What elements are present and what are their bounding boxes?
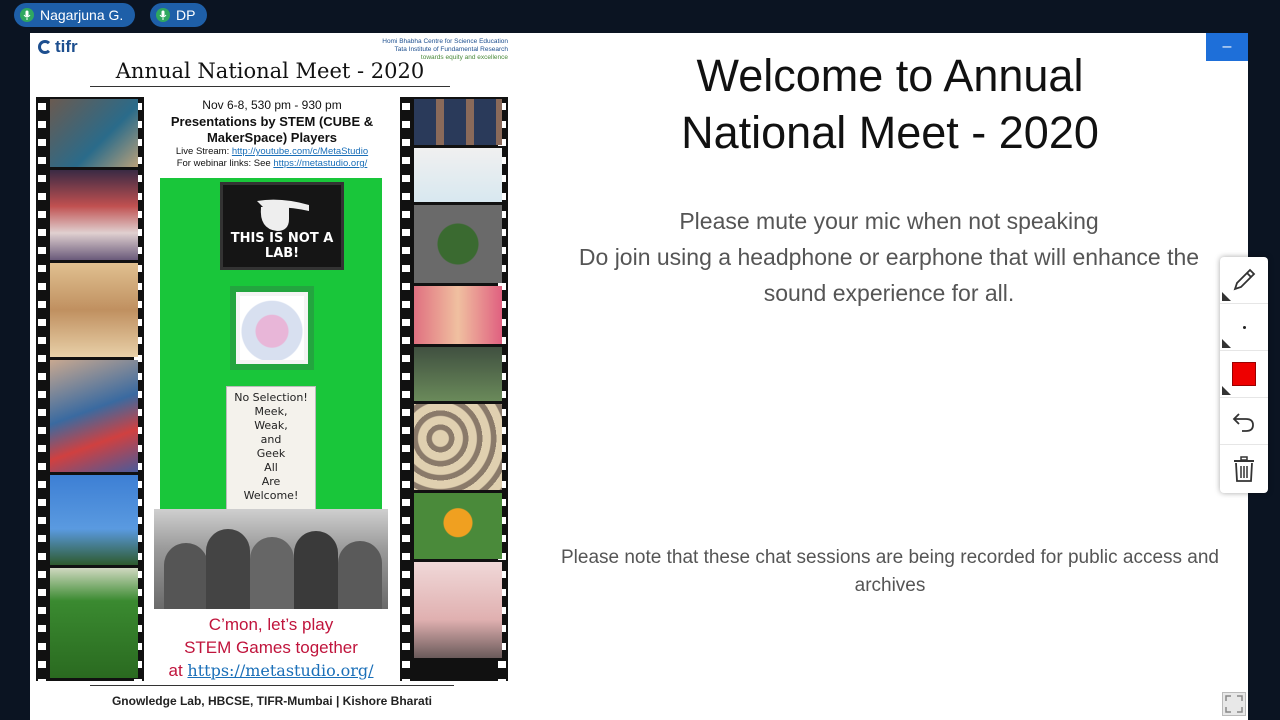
film-photo xyxy=(50,263,138,357)
trash-icon xyxy=(1234,455,1254,482)
film-photo xyxy=(50,360,138,472)
notice-line: Please note that these chat sessions are… xyxy=(560,547,1219,568)
note-line: No Selection! xyxy=(234,391,308,404)
cta-line: C’mon, let’s play xyxy=(208,615,334,634)
delete-button[interactable] xyxy=(1220,445,1268,492)
live-stream-line: Live Stream: http://youtube.com/c/MetaSt… xyxy=(158,146,386,158)
pencil-icon xyxy=(1233,268,1256,291)
participant-name: DP xyxy=(176,7,196,23)
undo-icon xyxy=(1232,413,1254,432)
submenu-indicator-icon xyxy=(1222,386,1231,395)
door-window xyxy=(230,286,314,370)
tifr-logo: tifr xyxy=(38,37,78,57)
submenu-indicator-icon xyxy=(1222,292,1231,301)
meeting-instructions: Please mute your mic when not speaking D… xyxy=(530,203,1248,311)
note-line: Geek xyxy=(256,447,286,460)
film-photo xyxy=(414,99,502,145)
undo-button[interactable] xyxy=(1220,398,1268,445)
film-sprockets xyxy=(38,97,46,681)
film-photo xyxy=(414,286,502,344)
note-line: Welcome! xyxy=(243,489,299,502)
welcome-note: No Selection! Meek, Weak, and Geek All A… xyxy=(226,386,316,510)
film-photo xyxy=(414,562,502,658)
film-photo xyxy=(414,205,502,283)
right-filmstrip xyxy=(400,97,508,681)
color-swatch-icon xyxy=(1232,362,1256,386)
poster-details: Nov 6-8, 530 pm - 930 pm Presentations b… xyxy=(158,97,386,170)
film-photo xyxy=(414,404,502,490)
annotation-toolbar xyxy=(1220,257,1268,493)
color-picker-button[interactable] xyxy=(1220,351,1268,398)
instruction-line: Please mute your mic when not speaking xyxy=(679,208,1099,234)
pen-size-dot-icon xyxy=(1242,325,1246,329)
participant-name: Nagarjuna G. xyxy=(40,7,124,23)
film-photo xyxy=(50,170,138,260)
film-photo xyxy=(414,347,502,401)
film-photo xyxy=(50,475,138,565)
participant-chip[interactable]: DP xyxy=(150,3,208,27)
cta-line: STEM Games together xyxy=(184,638,358,657)
welcome-line: Welcome to Annual xyxy=(696,50,1084,101)
not-a-lab-sign: THIS IS NOT A LAB! xyxy=(220,182,344,270)
event-dates: Nov 6-8, 530 pm - 930 pm xyxy=(202,98,342,112)
pencil-tool-button[interactable] xyxy=(1220,257,1268,304)
film-photo xyxy=(414,493,502,559)
children-photo xyxy=(154,509,388,609)
instruction-line: sound experience for all. xyxy=(763,280,1015,306)
film-photo xyxy=(50,99,138,167)
recording-notice: Please note that these chat sessions are… xyxy=(530,544,1248,600)
film-photo xyxy=(414,148,502,202)
live-stream-link[interactable]: http://youtube.com/c/MetaStudio xyxy=(232,146,368,157)
participant-chip[interactable]: Nagarjuna G. xyxy=(14,3,136,27)
note-line: Meek, xyxy=(254,405,288,418)
institution-line: Homi Bhabha Centre for Science Education xyxy=(382,38,508,45)
webinar-link[interactable]: https://metastudio.org/ xyxy=(273,158,367,169)
film-sprockets xyxy=(402,97,410,681)
cta-at: at xyxy=(168,661,183,680)
welcome-line: National Meet - 2020 xyxy=(681,107,1099,158)
poster-title: Annual National Meet - 2020 xyxy=(90,59,450,87)
metastudio-link[interactable]: https://metastudio.org/ xyxy=(187,661,373,680)
tifr-logo-icon xyxy=(38,40,52,54)
left-filmstrip xyxy=(36,97,144,681)
note-line: Weak, xyxy=(254,419,288,432)
fullscreen-button[interactable] xyxy=(1222,692,1246,716)
minimize-button[interactable]: – xyxy=(1206,33,1248,61)
presentations-heading: Presentations by STEM (CUBE & MakerSpace… xyxy=(170,114,374,145)
film-photo xyxy=(50,568,138,678)
cta-link-line: at https://metastudio.org/ xyxy=(154,659,388,682)
poster-footer: Gnowledge Lab, HBCSE, TIFR-Mumbai | Kish… xyxy=(90,685,454,708)
welcome-heading: Welcome to Annual National Meet - 2020 xyxy=(590,47,1190,161)
pen-size-button[interactable] xyxy=(1220,304,1268,351)
shared-slide: – tifr Homi Bhabha Centre for Science Ed… xyxy=(30,33,1248,720)
microphone-icon xyxy=(20,8,34,22)
pipe-icon xyxy=(257,199,309,231)
note-line: and xyxy=(260,433,282,446)
event-poster: tifr Homi Bhabha Centre for Science Educ… xyxy=(30,33,514,720)
institution-line: Tata Institute of Fundamental Research xyxy=(394,46,508,53)
minimize-icon: – xyxy=(1222,38,1232,55)
webinar-line: For webinar links: See https://metastudi… xyxy=(158,158,386,170)
microphone-icon xyxy=(156,8,170,22)
note-line: Are xyxy=(261,475,281,488)
instruction-line: Do join using a headphone or earphone th… xyxy=(578,244,1200,270)
note-line: All xyxy=(264,461,278,474)
live-stream-label: Live Stream: xyxy=(175,146,230,157)
notice-line: archives xyxy=(854,575,926,596)
submenu-indicator-icon xyxy=(1222,339,1231,348)
sign-text: THIS IS NOT A LAB! xyxy=(230,231,334,261)
meeting-stage: Nagarjuna G. DP – tifr Homi Bhabha Centr… xyxy=(0,0,1280,720)
green-door-photo: THIS IS NOT A LAB! No Selection! Meek, W… xyxy=(160,178,382,511)
webinar-label: For webinar links: See xyxy=(176,158,271,169)
call-to-action: C’mon, let’s play STEM Games together at… xyxy=(154,613,388,682)
expand-icon xyxy=(1225,695,1243,713)
tifr-logo-text: tifr xyxy=(55,37,78,56)
